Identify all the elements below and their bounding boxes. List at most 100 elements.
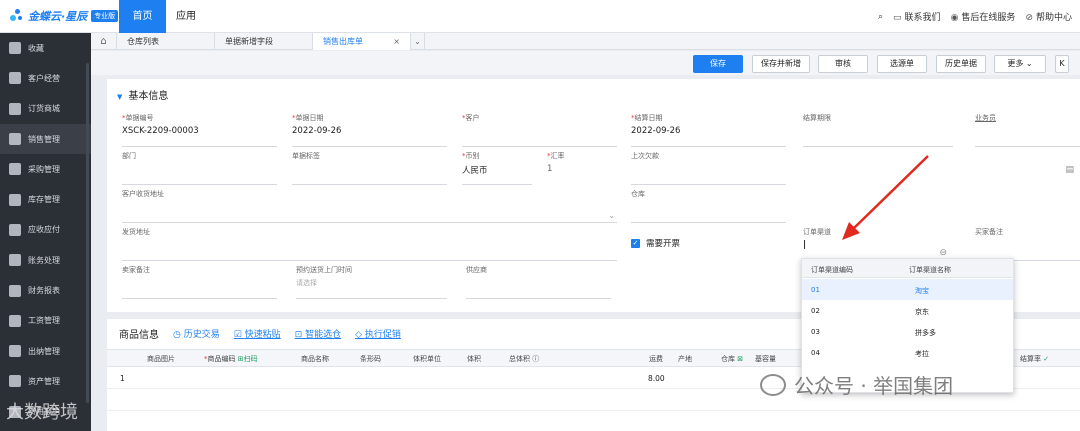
sidebar-item-mall[interactable]: 订货商城 (0, 94, 91, 124)
batch-edit-icon[interactable]: ⊠ (737, 355, 743, 363)
smart-warehouse-link[interactable]: ⊡ 智能选仓 (295, 327, 341, 340)
top-bar: 金蝶云·星辰 专业版 首页 应用 ⌕ ▭ 联系我们 ◉ 售后在线服务 ⊘ 帮助中心 (0, 0, 1080, 33)
top-tab-apps[interactable]: 应用 (166, 0, 206, 33)
delivery-time-field[interactable]: 预约送货上门时间 请选择 (296, 265, 447, 299)
sidebar-item-accounting[interactable]: 账务处理 (0, 245, 91, 275)
settle-date-field[interactable]: *结算日期 2022-09-26 (631, 113, 786, 147)
save-button[interactable]: 保存 (693, 55, 743, 73)
invoice-checkbox[interactable]: ✓ 需要开票 (631, 237, 680, 249)
warehouse-icon: ⊡ (294, 330, 306, 340)
watermark: 公众号 · 举国集团 (760, 370, 953, 399)
tab-new-fields[interactable]: 单据新增字段 (215, 33, 313, 50)
dropdown-header: 订单渠道编码 订单渠道名称 (802, 259, 1013, 278)
select-source-button[interactable]: 选源单 (877, 55, 927, 73)
chart-icon (9, 133, 21, 146)
customer-address-field[interactable]: 客户收货地址 ⌄ (122, 189, 617, 223)
top-tab-home[interactable]: 首页 (119, 0, 166, 33)
home-icon[interactable]: ⌂ (91, 33, 117, 50)
supplier-field[interactable]: 供应商 (466, 265, 611, 299)
history-trade-link[interactable]: ◷ 历史交易 (173, 327, 220, 340)
product-info-title: 商品信息 (119, 330, 159, 341)
search-icon[interactable]: ⌕ (878, 12, 883, 22)
sidebar-item-favorites[interactable]: 收藏 (0, 33, 91, 63)
phone-icon: ▭ (893, 13, 902, 23)
top-right-links: ⌕ ▭ 联系我们 ◉ 售后在线服务 ⊘ 帮助中心 (878, 10, 1072, 24)
chevron-down-icon[interactable]: ⌄ (608, 211, 615, 220)
buyer-note-field[interactable]: 买家备注 (975, 227, 1080, 261)
sidebar-scrollbar[interactable] (86, 63, 89, 403)
basic-info-title[interactable]: ▼ 基本信息 (117, 87, 168, 102)
logo-icon (10, 9, 24, 23)
close-icon[interactable]: × (393, 33, 400, 50)
quick-paste-link[interactable]: ☑ 快速粘贴 (234, 327, 281, 340)
salesperson-field[interactable]: 业务员 (975, 113, 1080, 147)
chevron-down-icon: ⌄ (1025, 59, 1033, 68)
cart-icon (9, 163, 21, 176)
chevron-down-icon[interactable]: ⌄ (411, 33, 425, 50)
check-circle-icon: ✓ (1043, 355, 1050, 363)
sidebar: 收藏 客户经营 订货商城 销售管理 采购管理 库存管理 应收应付 账务处理 财务… (0, 33, 91, 431)
brand-logo[interactable]: 金蝶云·星辰 专业版 (10, 8, 119, 24)
doc-number-field[interactable]: *单据编号 XSCK-2209-00003 (122, 113, 277, 147)
sidebar-item-purchase[interactable]: 采购管理 (0, 154, 91, 184)
doc-date-field[interactable]: *单据日期 2022-09-26 (292, 113, 447, 147)
headset-icon: ◉ (950, 13, 959, 23)
more-icon[interactable]: ⊖ (939, 248, 947, 258)
settings-icon[interactable]: ▤ (1065, 165, 1074, 175)
promotion-link[interactable]: ◇ 执行促销 (355, 327, 401, 340)
check-icon: ✓ (631, 238, 640, 248)
star-icon (9, 42, 21, 55)
cashier-icon (9, 345, 21, 358)
document-tabbar: ⌂ 仓库列表 单据新增字段 销售出库单 × ⌄ (91, 33, 1080, 50)
first-record-button[interactable]: K (1055, 55, 1069, 73)
sidebar-item-inventory[interactable]: 库存管理 (0, 184, 91, 214)
save-and-new-button[interactable]: 保存并新增 (752, 55, 810, 73)
help-link[interactable]: ⊘ 帮助中心 (1025, 10, 1072, 23)
customer-field[interactable]: *客户 (462, 113, 617, 147)
help-icon: ⓘ (532, 355, 540, 363)
tab-sales-outbound[interactable]: 销售出库单 × (313, 33, 411, 50)
last-debt-field: 上次欠款 (631, 151, 786, 185)
contact-link[interactable]: ▭ 联系我们 (893, 10, 941, 23)
channel-option[interactable]: 02 京东 (802, 300, 1013, 321)
asset-icon (9, 375, 21, 388)
tab-warehouse-list[interactable]: 仓库列表 (117, 33, 215, 50)
department-field[interactable]: 部门 (122, 151, 277, 185)
coin-icon (9, 223, 21, 236)
ship-address-field[interactable]: 发货地址 (122, 227, 617, 261)
action-toolbar: 保存 保存并新增 审核 选源单 历史单据 更多 ⌄ K (91, 51, 1080, 75)
doc-tag-field[interactable]: 单据标签 (292, 151, 447, 185)
support-link[interactable]: ◉ 售后在线服务 (951, 10, 1016, 23)
tag-icon: ◇ (355, 330, 365, 340)
wechat-icon (760, 373, 786, 396)
help-icon: ⊘ (1025, 13, 1033, 23)
brand-name: 金蝶云·星辰 (28, 10, 88, 23)
sidebar-item-sales[interactable]: 销售管理 (0, 123, 91, 155)
channel-option[interactable]: 01 淘宝 (802, 279, 1013, 300)
audit-button[interactable]: 审核 (818, 55, 868, 73)
user-icon (9, 72, 21, 85)
order-channel-field[interactable]: 订单渠道 | ⊖ (803, 227, 949, 261)
more-button[interactable]: 更多 ⌄ (994, 55, 1046, 73)
sidebar-item-payroll[interactable]: 工资管理 (0, 306, 91, 336)
sidebar-item-receivables[interactable]: 应收应付 (0, 215, 91, 245)
sidebar-item-cashier[interactable]: 出纳管理 (0, 336, 91, 366)
sidebar-item-assets[interactable]: 资产管理 (0, 366, 91, 396)
report-icon (9, 284, 21, 297)
exchange-rate-field[interactable]: *汇率 1 (547, 151, 617, 185)
sidebar-item-customers[interactable]: 客户经营 (0, 63, 91, 93)
collapse-triangle-icon: ▼ (117, 93, 123, 101)
brand-badge: 专业版 (91, 10, 119, 22)
sidebar-item-reports[interactable]: 财务报表 (0, 275, 91, 305)
currency-field[interactable]: *币别 人民币 (462, 151, 532, 185)
channel-option[interactable]: 03 拼多多 (802, 321, 1013, 342)
history-button[interactable]: 历史单据 (936, 55, 986, 73)
box-icon (9, 193, 21, 206)
seller-note-field[interactable]: 卖家备注 (122, 265, 277, 299)
settle-term-field[interactable]: 结算期限 (803, 113, 953, 147)
shop-icon (9, 102, 21, 115)
clock-icon: ◷ (173, 330, 184, 340)
channel-option[interactable]: 04 考拉 (802, 342, 1013, 363)
warehouse-field[interactable]: 仓库 (631, 189, 786, 223)
ledger-icon (9, 254, 21, 267)
